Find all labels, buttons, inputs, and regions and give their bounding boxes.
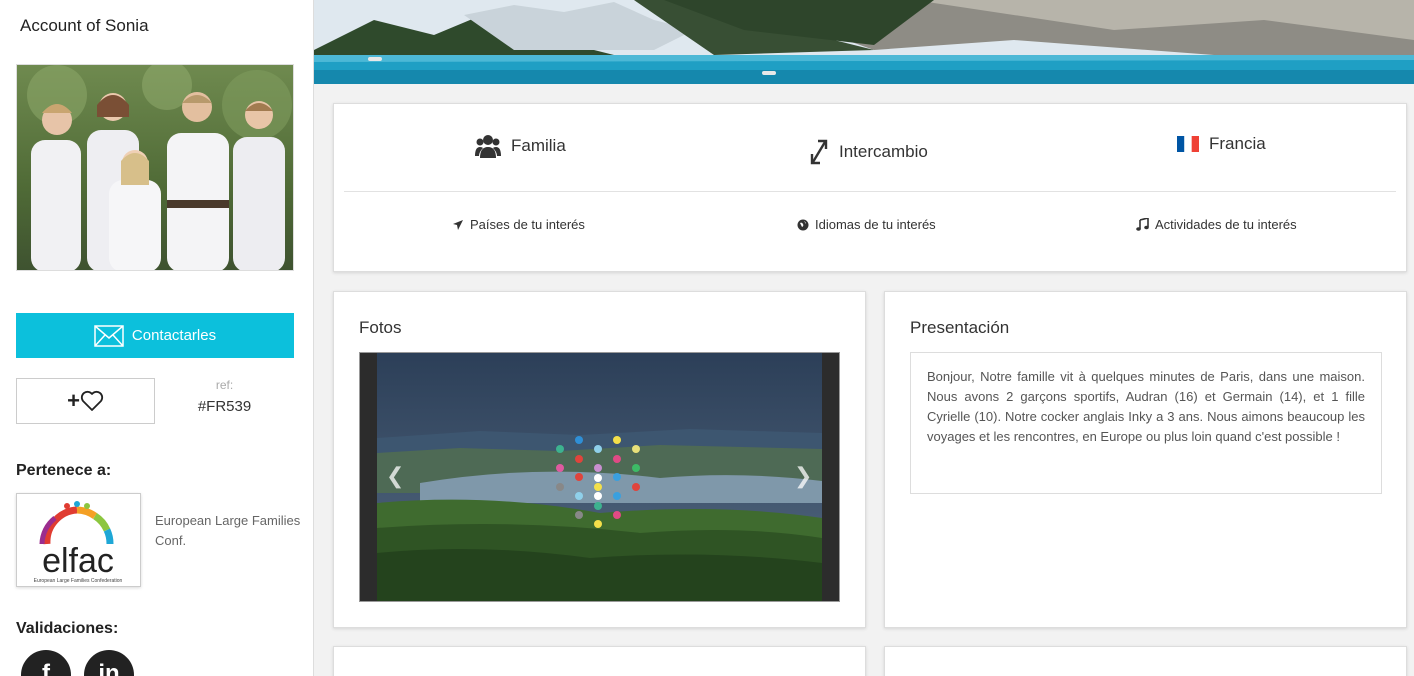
- type-info: Familia: [475, 134, 566, 158]
- facebook-icon[interactable]: f: [21, 650, 71, 676]
- mode-info: Intercambio: [809, 138, 928, 166]
- france-flag-icon: [1177, 136, 1199, 152]
- presentation-card: Presentación Bonjour, Notre famille vit …: [884, 291, 1407, 628]
- info-divider: [344, 191, 1396, 192]
- presentation-text: Bonjour, Notre famille vit à quelques mi…: [910, 352, 1382, 494]
- photo-carousel[interactable]: ❮ ❯: [359, 352, 840, 602]
- validations-title: Validaciones:: [16, 620, 119, 637]
- users-icon: [475, 135, 501, 158]
- lake-banner-image: [314, 0, 1414, 84]
- belongs-to-title: Pertenece a:: [16, 462, 112, 479]
- photos-card: Fotos ❮ ❯: [333, 291, 866, 628]
- activities-of-interest-link[interactable]: Actividades de tu interés: [1136, 217, 1297, 232]
- bottom-card-right: [884, 646, 1407, 676]
- country-info: Francia: [1177, 134, 1266, 154]
- ref-label: ref:: [215, 378, 234, 392]
- carousel-photo-image: [360, 353, 839, 601]
- activities-of-interest-label: Actividades de tu interés: [1155, 217, 1297, 232]
- elfac-logo-image: elfac European Large Families Confederat…: [34, 501, 123, 584]
- plus-sign: +: [67, 388, 80, 413]
- carousel-next-arrow[interactable]: ❯: [794, 463, 812, 489]
- ref-value: #FR539: [197, 398, 252, 415]
- contact-button[interactable]: Contactarles: [16, 313, 294, 358]
- logo-subtext: European Large Families Confederation: [34, 578, 123, 584]
- header-banner: [314, 0, 1414, 84]
- heart-icon: [80, 390, 104, 411]
- logo-wordmark: elfac: [42, 542, 114, 580]
- mode-label: Intercambio: [839, 142, 928, 161]
- country-label: Francia: [1209, 134, 1266, 153]
- languages-of-interest-label: Idiomas de tu interés: [815, 217, 936, 232]
- exchange-icon: [810, 139, 828, 165]
- sidebar: Account of Sonia Contactarles + ref: #FR…: [0, 0, 314, 676]
- languages-of-interest-link[interactable]: Idiomas de tu interés: [797, 217, 936, 232]
- countries-of-interest-label: Países de tu interés: [470, 217, 585, 232]
- contact-button-label: Contactarles: [131, 327, 217, 344]
- photos-title: Fotos: [359, 318, 402, 337]
- type-label: Familia: [511, 136, 566, 155]
- profile-photo[interactable]: [16, 64, 294, 271]
- bottom-card-left: [333, 646, 866, 676]
- plane-icon: [453, 219, 463, 230]
- org-name[interactable]: European Large Families Conf.: [155, 511, 310, 551]
- linkedin-icon[interactable]: in: [84, 650, 134, 676]
- family-photo-image: [17, 65, 293, 270]
- carousel-prev-arrow[interactable]: ❮: [386, 463, 404, 489]
- info-card: Familia Intercambio Francia Países de tu…: [333, 103, 1407, 272]
- add-favorite-button[interactable]: +: [16, 378, 155, 424]
- org-logo[interactable]: elfac European Large Families Confederat…: [16, 493, 141, 587]
- music-icon: [1136, 218, 1149, 231]
- presentation-title: Presentación: [910, 318, 1010, 337]
- envelope-icon: [94, 324, 124, 347]
- account-title: Account of Sonia: [20, 16, 149, 35]
- globe-icon: [797, 219, 809, 230]
- countries-of-interest-link[interactable]: Países de tu interés: [452, 217, 585, 232]
